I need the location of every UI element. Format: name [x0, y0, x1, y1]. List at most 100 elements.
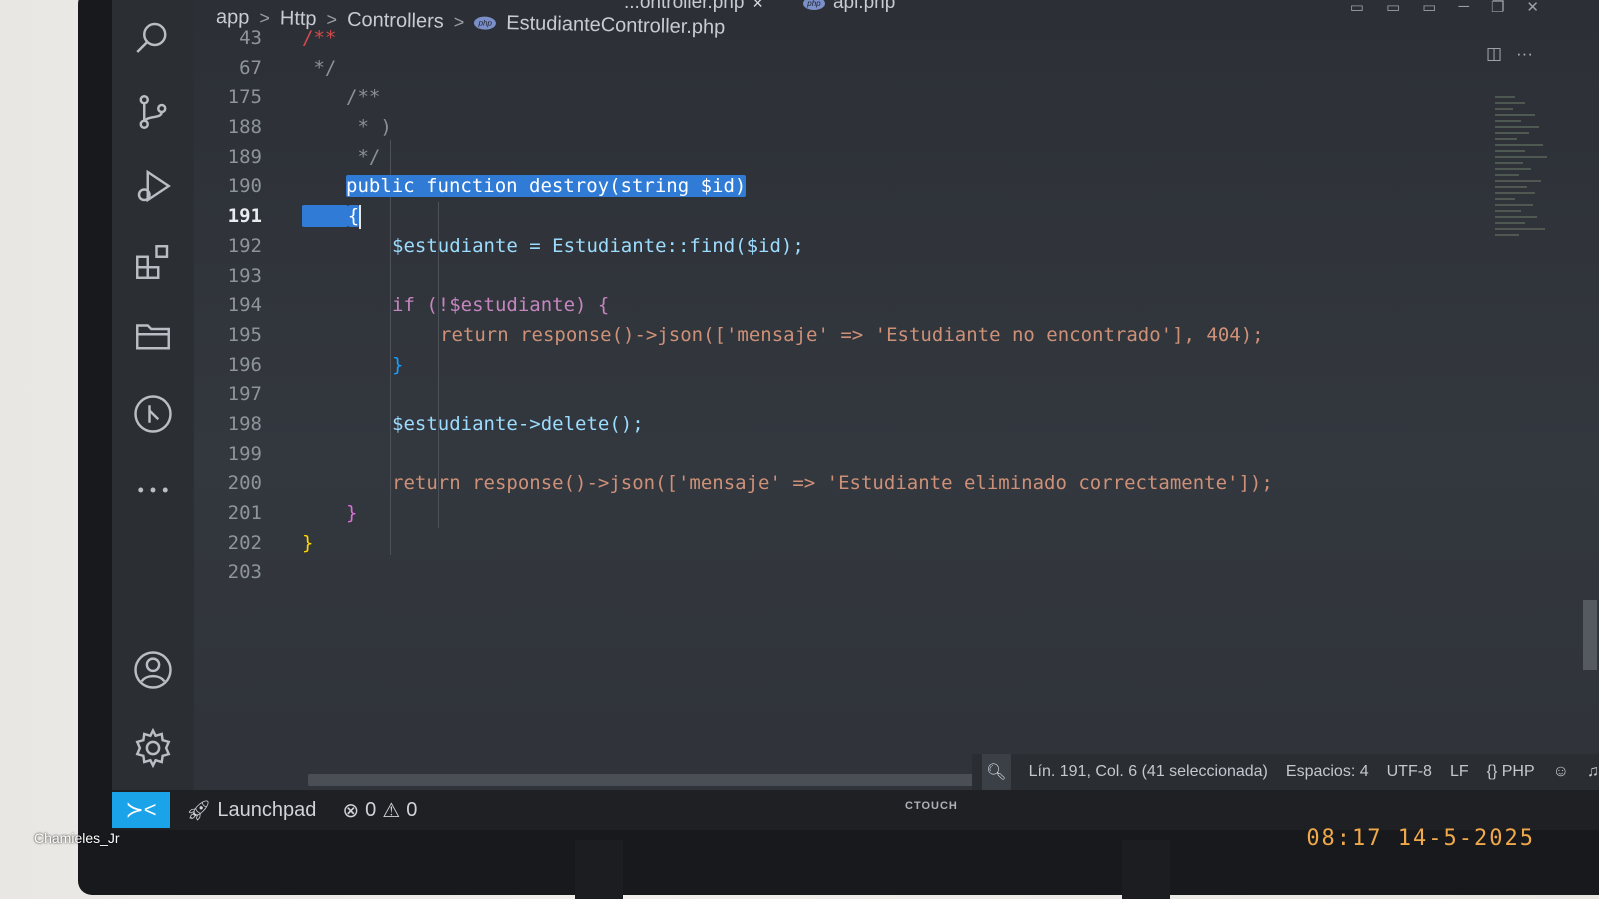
error-icon: ⊗: [342, 799, 360, 822]
close-window-icon[interactable]: ✕: [1526, 0, 1539, 16]
language-mode[interactable]: {} PHP: [1487, 763, 1535, 781]
line-text: return response()->json(['mensaje' => 'E…: [392, 472, 1273, 495]
problems-item[interactable]: ⊗ 0 ⚠ 0: [342, 798, 417, 823]
code-line: 43 /**: [194, 24, 1444, 54]
more-icon[interactable]: [129, 466, 177, 514]
line-number: 193: [227, 264, 262, 287]
panel-toggle-icon[interactable]: ▭: [1386, 0, 1400, 16]
line-text: [276, 262, 302, 292]
line-text: [276, 380, 302, 410]
line-number: 198: [227, 412, 262, 435]
code-line: 175 /**: [194, 83, 1444, 113]
cursor-position[interactable]: Lín. 191, Col. 6 (41 seleccionada): [1029, 763, 1268, 781]
photo-watermark: Chamieles_Jr: [34, 830, 120, 846]
line-text: */: [302, 56, 337, 79]
selected-code: public function destroy(string $id): [346, 175, 747, 198]
launchpad-item[interactable]: 🚀︎ Launchpad: [186, 798, 316, 823]
language-label: PHP: [1501, 763, 1535, 780]
code-line: 188 * ): [194, 113, 1444, 143]
warning-icon: ⚠: [382, 799, 401, 822]
line-text: }: [346, 502, 358, 524]
encoding[interactable]: UTF-8: [1387, 763, 1432, 781]
warning-count: 0: [406, 798, 418, 821]
code-line: 200 return response()->json(['mensaje' =…: [194, 469, 1444, 499]
line-text: return response()->json(['mensaje' => 'E…: [440, 323, 1264, 346]
code-line: 193: [194, 262, 1444, 292]
line-number: 189: [227, 145, 262, 168]
line-text: /**: [302, 27, 337, 49]
line-number: 197: [227, 383, 262, 406]
line-text: {: [276, 202, 362, 232]
line-number: 67: [239, 56, 262, 79]
tab-label: api.php: [832, 0, 896, 13]
line-text: }: [392, 353, 404, 376]
indentation-setting[interactable]: Espacios: 4: [1286, 763, 1369, 781]
extensions-icon[interactable]: [129, 238, 177, 286]
minimap[interactable]: [1495, 96, 1565, 396]
code-line: 189 */: [194, 143, 1444, 173]
account-icon[interactable]: [129, 646, 177, 694]
code-line: 202 }: [194, 529, 1444, 559]
editor-area: ...ontroller.php × php api.php ▭ ▭ ▭ ─ ❐…: [194, 0, 1599, 790]
monitor-brand: CTOUCH: [905, 800, 958, 812]
code-line: 190 public function destroy(string $id): [194, 172, 1444, 202]
run-debug-icon[interactable]: [129, 162, 177, 210]
editor-status-bar: 🔍︎ Lín. 191, Col. 6 (41 seleccionada) Es…: [972, 754, 1599, 790]
search-icon[interactable]: [129, 14, 177, 62]
selected-whitespace: [302, 205, 348, 228]
sidebar-toggle-icon[interactable]: ▭: [1422, 0, 1436, 16]
code-line: 197: [194, 380, 1444, 410]
code-line: 199: [194, 440, 1444, 470]
close-icon[interactable]: ×: [752, 0, 763, 14]
line-number: 201: [227, 502, 262, 524]
line-number: 195: [227, 323, 262, 346]
code-line: 203: [194, 558, 1444, 588]
tab-api[interactable]: php api.php: [802, 0, 896, 14]
zoom-icon[interactable]: 🔍︎: [982, 754, 1011, 790]
activity-bar: [112, 0, 194, 790]
line-number: 194: [227, 294, 262, 317]
line-number: 203: [227, 561, 262, 584]
line-text: */: [346, 145, 381, 168]
minimize-icon[interactable]: ─: [1458, 0, 1469, 16]
vscode-window: ...ontroller.php × php api.php ▭ ▭ ▭ ─ ❐…: [112, 0, 1599, 830]
error-count: 0: [365, 798, 377, 821]
bell-icon[interactable]: ♫: [1587, 763, 1599, 781]
php-file-icon: php: [802, 0, 825, 10]
monitor-stand-right: [1122, 840, 1170, 899]
line-text: [276, 558, 302, 588]
line-number: 196: [227, 353, 262, 376]
code-line: 198 $estudiante->delete();: [194, 410, 1444, 440]
window-controls: ▭ ▭ ▭ ─ ❐ ✕: [1350, 0, 1539, 16]
line-ending[interactable]: LF: [1450, 763, 1469, 781]
line-text: $estudiante->delete();: [392, 412, 644, 435]
line-text: [276, 440, 302, 470]
copilot-icon[interactable]: ☺: [1553, 763, 1569, 781]
code-editor[interactable]: 43 /** 67 */ 175 /** 188 * ) 189 */ 190: [194, 24, 1444, 588]
line-number: 202: [227, 531, 262, 554]
explorer-icon[interactable]: [129, 312, 177, 360]
settings-icon[interactable]: [129, 724, 177, 772]
git-graph-icon[interactable]: [129, 390, 177, 438]
code-line: 192 $estudiante = Estudiante::find($id);: [194, 232, 1444, 262]
line-text: * ): [346, 116, 392, 139]
more-actions-icon[interactable]: ···: [1516, 44, 1533, 64]
code-line: 194 if (!$estudiante) {: [194, 291, 1444, 321]
line-text: $estudiante = Estudiante::find($id);: [392, 234, 804, 257]
vertical-scrollbar[interactable]: [1583, 600, 1597, 670]
line-text: /**: [346, 86, 381, 109]
layout-toggle-icon[interactable]: ▭: [1350, 0, 1364, 16]
selected-code: {: [347, 205, 360, 228]
line-number: 190: [227, 175, 262, 198]
split-editor-icon[interactable]: ◫: [1486, 44, 1502, 64]
remote-icon[interactable]: ≻<: [112, 792, 170, 828]
code-line: 196 }: [194, 351, 1444, 381]
line-number: 191: [227, 205, 262, 228]
code-line: 195 return response()->json(['mensaje' =…: [194, 321, 1444, 351]
code-line: 67 */: [194, 54, 1444, 84]
braces-icon: {}: [1486, 763, 1498, 780]
photo-datestamp: 08:17 14-5-2025: [1306, 826, 1535, 851]
source-control-icon[interactable]: [129, 88, 177, 136]
line-text: if (!$estudiante) {: [392, 294, 610, 317]
restore-icon[interactable]: ❐: [1491, 0, 1504, 16]
